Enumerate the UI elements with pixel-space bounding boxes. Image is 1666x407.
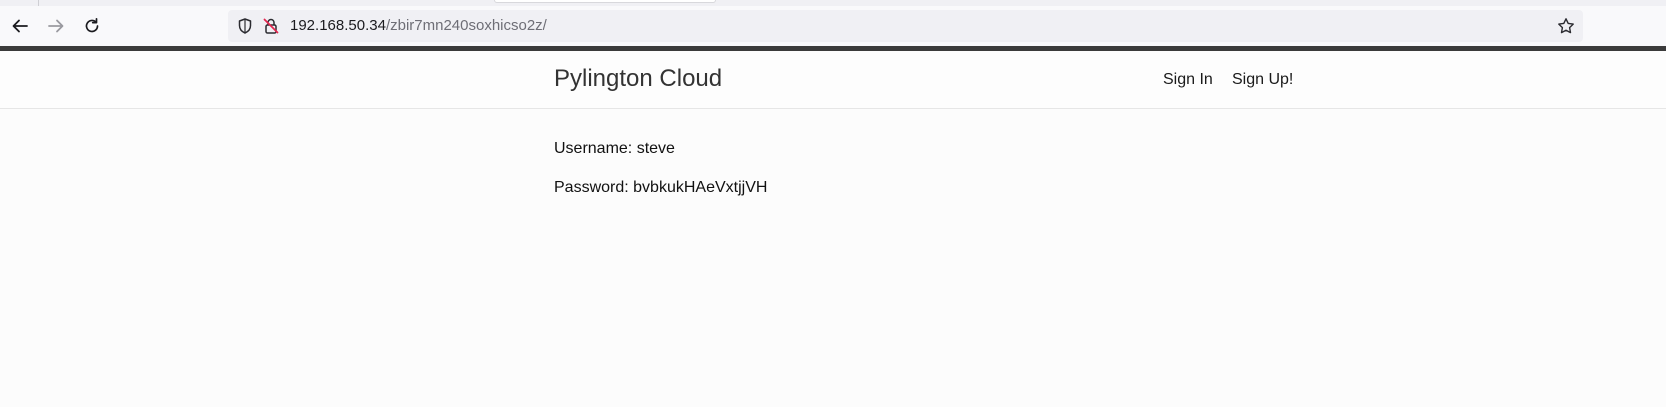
address-bar[interactable]: 192.168.50.34/zbir7mn240soxhicso2z/ bbox=[228, 10, 1583, 42]
url-text[interactable]: 192.168.50.34/zbir7mn240soxhicso2z/ bbox=[290, 10, 547, 42]
browser-toolbar: 192.168.50.34/zbir7mn240soxhicso2z/ bbox=[0, 6, 1666, 46]
shield-icon[interactable] bbox=[236, 17, 254, 35]
back-button[interactable] bbox=[6, 12, 34, 40]
site-header: Pylington Cloud Sign In Sign Up! bbox=[0, 51, 1666, 109]
reload-button[interactable] bbox=[78, 12, 106, 40]
credentials-panel: Username: steve Password: bvbkukHAeVxtjj… bbox=[554, 140, 767, 218]
insecure-lock-icon[interactable] bbox=[262, 17, 280, 35]
arrow-right-icon bbox=[48, 19, 64, 33]
brand-link[interactable]: Pylington Cloud bbox=[554, 65, 722, 93]
sign-up-link[interactable]: Sign Up! bbox=[1232, 71, 1293, 89]
username-text: Username: steve bbox=[554, 140, 675, 157]
sign-in-link[interactable]: Sign In bbox=[1163, 71, 1213, 89]
forward-button[interactable] bbox=[42, 12, 70, 40]
reload-icon bbox=[85, 17, 99, 33]
url-host: 192.168.50.34 bbox=[290, 17, 386, 34]
url-path: /zbir7mn240soxhicso2z/ bbox=[385, 17, 547, 34]
arrow-left-icon bbox=[12, 19, 28, 33]
star-icon[interactable] bbox=[1557, 17, 1575, 35]
active-tab-edge[interactable] bbox=[494, 0, 716, 3]
password-text: Password: bvbkukHAeVxtjjVH bbox=[554, 179, 768, 196]
